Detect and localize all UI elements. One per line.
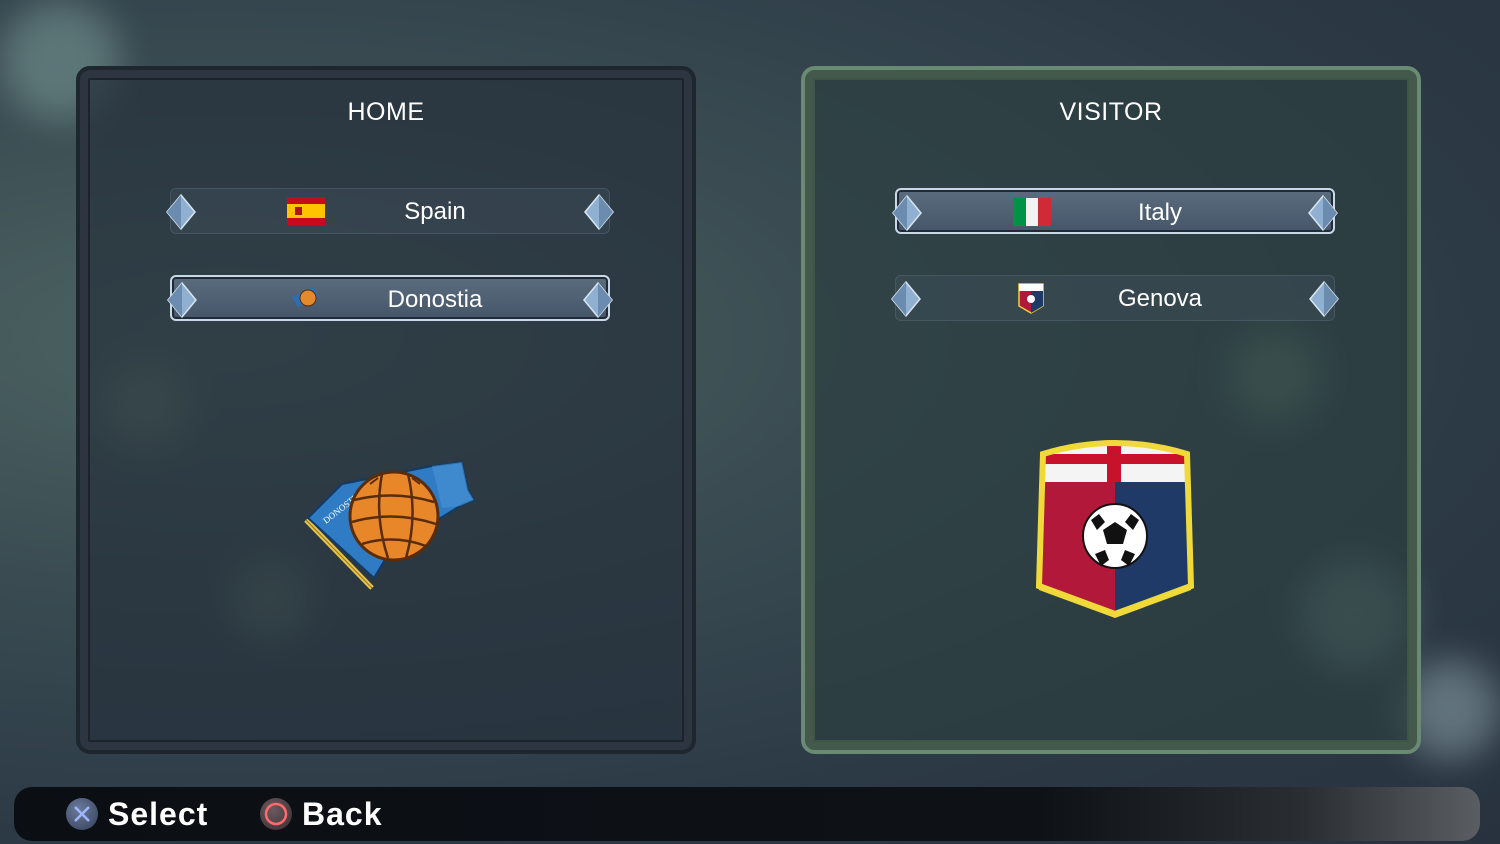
home-country-label: Spain xyxy=(404,198,466,225)
home-club-label: Donostia xyxy=(387,286,483,313)
genova-crest-icon xyxy=(1018,283,1044,314)
arrow-right-icon[interactable] xyxy=(1307,194,1339,232)
select-hint[interactable]: Select xyxy=(66,787,208,841)
visitor-country-label: Italy xyxy=(1137,199,1182,226)
donostia-crest-icon xyxy=(292,287,318,307)
arrow-left-icon[interactable] xyxy=(890,280,922,318)
select-label: Select xyxy=(108,795,209,832)
donostia-crest-icon: DONOSTIA xyxy=(304,460,476,590)
home-country-selector[interactable]: Spain xyxy=(166,188,614,234)
visitor-title: VISITOR xyxy=(1059,98,1163,126)
arrow-right-icon[interactable] xyxy=(583,193,615,231)
italy-flag-icon xyxy=(1013,198,1051,226)
back-hint[interactable]: Back xyxy=(260,787,383,841)
circle-button-icon xyxy=(260,798,292,830)
arrow-left-icon[interactable] xyxy=(166,281,198,319)
home-panel: HOME Spain Donostia DONOSTIA xyxy=(76,66,696,754)
arrow-left-icon[interactable] xyxy=(891,194,923,232)
home-title: HOME xyxy=(347,98,425,126)
back-label: Back xyxy=(302,795,383,832)
home-club-selector[interactable]: Donostia xyxy=(167,275,613,321)
visitor-panel: VISITOR Italy Genova xyxy=(801,66,1421,754)
genova-crest-icon xyxy=(1035,440,1195,618)
control-hint-bar: Select Back xyxy=(14,787,1480,841)
visitor-club-label: Genova xyxy=(1117,285,1203,312)
visitor-country-selector[interactable]: Italy xyxy=(892,188,1338,234)
arrow-right-icon[interactable] xyxy=(582,281,614,319)
visitor-club-selector[interactable]: Genova xyxy=(891,275,1339,321)
arrow-left-icon[interactable] xyxy=(165,193,197,231)
spain-flag-icon xyxy=(287,197,325,225)
cross-button-icon xyxy=(66,798,98,830)
arrow-right-icon[interactable] xyxy=(1308,280,1340,318)
